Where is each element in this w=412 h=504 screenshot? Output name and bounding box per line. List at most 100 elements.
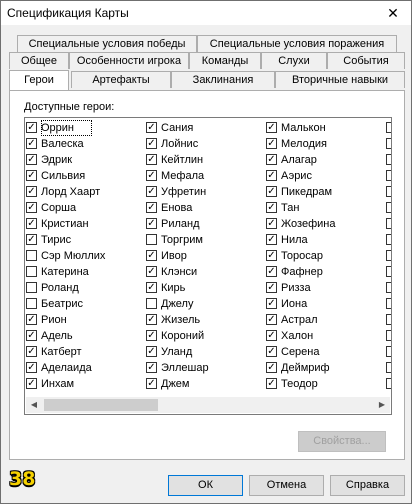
hero-checkbox[interactable] <box>26 250 37 261</box>
hero-label: Торосар <box>281 250 323 262</box>
hero-checkbox[interactable]: ✓ <box>266 154 277 165</box>
hero-checkbox[interactable] <box>26 282 37 293</box>
hero-checkbox[interactable]: ✓ <box>26 314 37 325</box>
hero-checkbox[interactable]: ✓ <box>266 362 277 373</box>
hero-label: Джем <box>161 378 190 390</box>
hero-checkbox[interactable] <box>26 266 37 277</box>
hero-checkbox[interactable]: ✓ <box>26 378 37 389</box>
hero-checkbox[interactable]: ✓ <box>146 362 157 373</box>
hero-label: Сания <box>161 122 194 134</box>
hero-checkbox[interactable] <box>26 298 37 309</box>
hero-checkbox[interactable]: ✓ <box>266 282 277 293</box>
tab-events[interactable]: События <box>327 52 405 69</box>
hero-checkbox[interactable]: ✓ <box>266 170 277 181</box>
tab-player-specs[interactable]: Особенности игрока <box>69 52 189 69</box>
hero-label: Инхам <box>41 378 75 390</box>
hero-label: Фафнер <box>281 266 323 278</box>
tab-special-victory[interactable]: Специальные условия победы <box>17 35 197 52</box>
help-button[interactable]: Справка <box>330 475 405 496</box>
hero-checkbox[interactable] <box>386 122 391 133</box>
tab-rumors[interactable]: Слухи <box>261 52 327 69</box>
hero-checkbox[interactable]: ✓ <box>266 122 277 133</box>
hero-checkbox[interactable] <box>386 186 391 197</box>
tab-special-loss[interactable]: Специальные условия поражения <box>197 35 397 52</box>
cancel-button[interactable]: Отмена <box>249 475 324 496</box>
hero-checkbox[interactable]: ✓ <box>266 250 277 261</box>
hero-checkbox[interactable]: ✓ <box>26 138 37 149</box>
hero-label: Теодор <box>281 378 318 390</box>
tab-secondary-skills[interactable]: Вторичные навыки <box>275 71 405 88</box>
tab-spells[interactable]: Заклинания <box>171 71 275 88</box>
hero-checkbox[interactable]: ✓ <box>26 122 37 133</box>
hero-label: Алагар <box>281 154 317 166</box>
hero-label: Уланд <box>161 346 193 358</box>
title-bar: Спецификация Карты ✕ <box>1 1 411 25</box>
hero-checkbox[interactable]: ✓ <box>146 330 157 341</box>
hero-checkbox[interactable] <box>386 266 391 277</box>
hero-checkbox[interactable]: ✓ <box>26 202 37 213</box>
hero-checkbox[interactable] <box>386 330 391 341</box>
hero-checkbox[interactable]: ✓ <box>266 218 277 229</box>
tab-teams[interactable]: Команды <box>189 52 261 69</box>
hero-checkbox[interactable]: ✓ <box>146 122 157 133</box>
hero-checkbox[interactable]: ✓ <box>146 154 157 165</box>
hero-checkbox[interactable] <box>386 346 391 357</box>
hero-checkbox[interactable]: ✓ <box>266 346 277 357</box>
tab-general[interactable]: Общее <box>9 52 69 69</box>
close-icon[interactable]: ✕ <box>383 4 403 22</box>
hero-checkbox[interactable] <box>386 170 391 181</box>
hero-checkbox[interactable]: ✓ <box>146 314 157 325</box>
hero-checkbox[interactable]: ✓ <box>266 298 277 309</box>
tab-artifacts[interactable]: Артефакты <box>71 71 171 88</box>
hero-checkbox[interactable] <box>386 250 391 261</box>
hero-checkbox[interactable] <box>146 298 157 309</box>
hero-label: Серена <box>281 346 320 358</box>
scrollbar-thumb[interactable] <box>44 399 158 411</box>
hero-checkbox[interactable]: ✓ <box>26 346 37 357</box>
hero-checkbox[interactable] <box>386 298 391 309</box>
hero-checkbox[interactable] <box>386 282 391 293</box>
hero-checkbox[interactable]: ✓ <box>146 218 157 229</box>
hero-checkbox[interactable]: ✓ <box>146 266 157 277</box>
hero-checkbox[interactable]: ✓ <box>26 154 37 165</box>
hero-checkbox[interactable]: ✓ <box>146 170 157 181</box>
hero-checkbox[interactable]: ✓ <box>26 218 37 229</box>
hero-checkbox[interactable]: ✓ <box>146 282 157 293</box>
hero-checkbox[interactable]: ✓ <box>146 250 157 261</box>
hero-checkbox[interactable]: ✓ <box>26 186 37 197</box>
hero-checkbox[interactable]: ✓ <box>146 378 157 389</box>
hero-checkbox[interactable]: ✓ <box>26 362 37 373</box>
hero-checkbox[interactable]: ✓ <box>146 346 157 357</box>
hero-checkbox[interactable]: ✓ <box>26 330 37 341</box>
horizontal-scrollbar[interactable]: ◀ ▶ <box>26 397 390 413</box>
hero-checkbox[interactable]: ✓ <box>266 234 277 245</box>
properties-button[interactable]: Свойства... <box>298 431 386 452</box>
hero-checkbox[interactable]: ✓ <box>26 170 37 181</box>
hero-checkbox[interactable] <box>386 218 391 229</box>
hero-checkbox[interactable]: ✓ <box>266 138 277 149</box>
scroll-left-icon[interactable]: ◀ <box>26 397 42 413</box>
hero-checkbox[interactable] <box>386 154 391 165</box>
hero-checkbox[interactable]: ✓ <box>146 202 157 213</box>
hero-checkbox[interactable] <box>386 378 391 389</box>
hero-checkbox[interactable]: ✓ <box>266 330 277 341</box>
hero-checkbox[interactable] <box>386 362 391 373</box>
hero-checkbox[interactable]: ✓ <box>146 186 157 197</box>
hero-checkbox[interactable]: ✓ <box>266 378 277 389</box>
scroll-right-icon[interactable]: ▶ <box>374 397 390 413</box>
hero-checkbox[interactable]: ✓ <box>266 314 277 325</box>
hero-checkbox[interactable] <box>386 202 391 213</box>
ok-button[interactable]: ОК <box>168 475 243 496</box>
hero-checkbox[interactable]: ✓ <box>266 266 277 277</box>
hero-checkbox[interactable] <box>146 234 157 245</box>
hero-checkbox[interactable]: ✓ <box>266 202 277 213</box>
tab-heroes[interactable]: Герои <box>9 70 69 90</box>
hero-checkbox[interactable]: ✓ <box>146 138 157 149</box>
hero-checkbox[interactable]: ✓ <box>266 186 277 197</box>
hero-checkbox[interactable]: ✓ <box>26 234 37 245</box>
hero-checkbox[interactable] <box>386 138 391 149</box>
heroes-listbox[interactable]: ✓ Оррин ✓ Валеска ✓ Эдрик ✓ Сильвия ✓ Лорд Ха… <box>24 117 392 415</box>
hero-label: Сильвия <box>41 170 86 182</box>
hero-checkbox[interactable] <box>386 234 391 245</box>
hero-checkbox[interactable] <box>386 314 391 325</box>
